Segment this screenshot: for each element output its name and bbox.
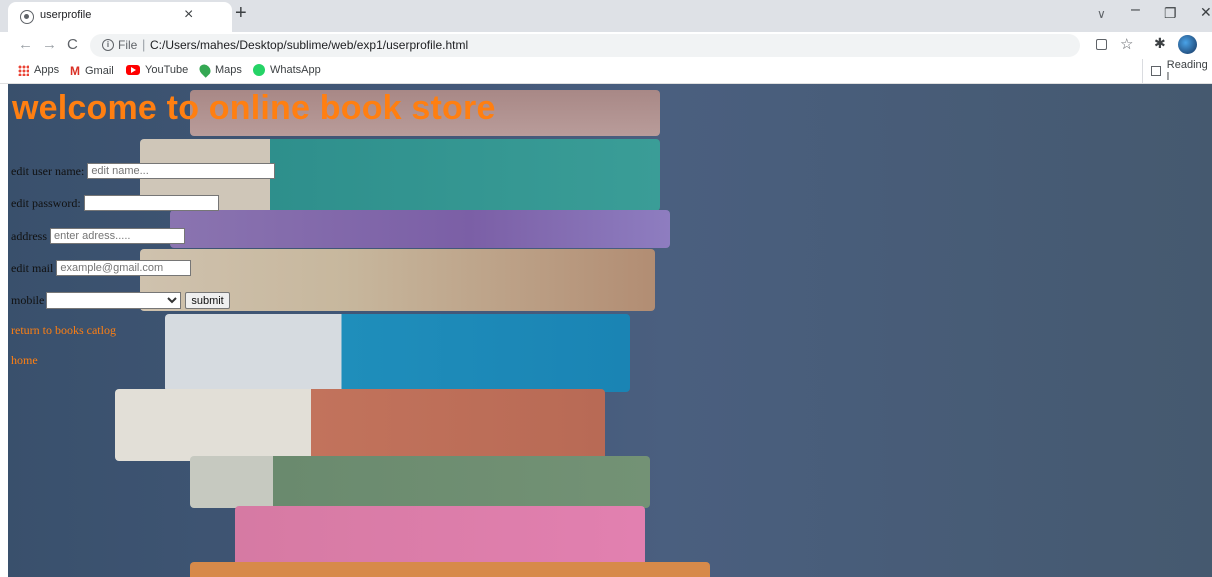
home-link[interactable]: home — [11, 353, 38, 368]
reading-list-button[interactable]: Reading l — [1142, 59, 1212, 83]
email-row: edit mail — [11, 260, 192, 276]
close-tab-icon[interactable]: × — [184, 6, 193, 24]
restore-button[interactable]: ❐ — [1164, 5, 1177, 22]
username-input[interactable] — [87, 163, 276, 179]
chevron-down-icon[interactable]: ∨ — [1097, 7, 1106, 21]
info-icon[interactable]: i — [102, 39, 114, 51]
bookmark-star-icon[interactable]: ☆ — [1120, 35, 1133, 53]
tab-title: userprofile — [40, 9, 92, 21]
bookmark-label: Gmail — [85, 65, 114, 77]
close-window-button[interactable]: ✕ — [1200, 4, 1212, 21]
reload-icon[interactable]: C — [67, 36, 78, 53]
mobile-label: mobile — [11, 293, 45, 307]
globe-icon — [20, 10, 34, 24]
share-icon[interactable] — [1096, 39, 1107, 50]
bookmark-label: Maps — [215, 64, 242, 76]
whatsapp-icon — [253, 64, 265, 76]
username-label: edit user name: — [11, 163, 85, 178]
bookmark-youtube[interactable]: YouTube — [126, 64, 188, 76]
bookmark-label: WhatsApp — [270, 64, 321, 76]
browser-tab[interactable]: userprofile × — [8, 2, 232, 32]
submit-button[interactable]: submit — [185, 292, 230, 309]
address-label: address — [11, 228, 47, 243]
minimize-button[interactable]: – — [1131, 1, 1140, 19]
bookmark-gmail[interactable]: M Gmail — [70, 64, 114, 78]
bookmark-whatsapp[interactable]: WhatsApp — [253, 64, 321, 76]
youtube-icon — [126, 65, 140, 75]
address-bar[interactable]: i File | C:/Users/mahes/Desktop/sublime/… — [90, 34, 1080, 57]
bookmark-apps[interactable]: Apps — [18, 64, 59, 76]
extensions-puzzle-icon[interactable]: ✱ — [1154, 35, 1166, 52]
maps-pin-icon — [197, 62, 213, 78]
file-scheme-label: File — [118, 38, 138, 52]
username-row: edit user name: — [11, 163, 276, 179]
password-input[interactable] — [83, 195, 219, 211]
email-input[interactable] — [56, 260, 192, 276]
email-label: edit mail — [11, 260, 54, 275]
bookmark-maps[interactable]: Maps — [197, 62, 242, 78]
bookmark-label: Apps — [34, 64, 60, 76]
bookmarks-bar: Apps M Gmail YouTube Maps WhatsApp Readi… — [0, 59, 1212, 84]
forward-arrow-icon[interactable]: → — [42, 36, 57, 53]
mobile-select[interactable] — [46, 292, 182, 309]
url-separator: | — [142, 37, 146, 52]
reading-list-label: Reading l — [1166, 59, 1208, 83]
page-title: welcome to online book store — [12, 89, 496, 127]
page-left-edge — [0, 84, 8, 577]
back-arrow-icon[interactable]: ← — [18, 36, 33, 53]
profile-avatar[interactable] — [1178, 35, 1197, 54]
tab-strip: userprofile × + ∨ – ❐ ✕ — [0, 0, 1212, 32]
address-row: address — [11, 228, 185, 244]
password-label: edit password: — [11, 195, 81, 210]
new-tab-button[interactable]: + — [235, 2, 247, 25]
browser-toolbar: ← → C i File | C:/Users/mahes/Desktop/su… — [0, 32, 1212, 59]
page-viewport: welcome to online book store edit user n… — [0, 84, 1212, 577]
apps-grid-icon — [18, 64, 29, 76]
gmail-icon: M — [70, 64, 80, 78]
address-input[interactable] — [50, 228, 185, 244]
url-text[interactable]: C:/Users/mahes/Desktop/sublime/web/exp1/… — [150, 38, 468, 52]
password-row: edit password: — [11, 195, 219, 211]
bookmark-label: YouTube — [145, 64, 189, 76]
mobile-row: mobile submit — [11, 292, 230, 309]
return-to-catalog-link[interactable]: return to books catlog — [11, 323, 116, 338]
reading-list-icon — [1151, 66, 1161, 76]
